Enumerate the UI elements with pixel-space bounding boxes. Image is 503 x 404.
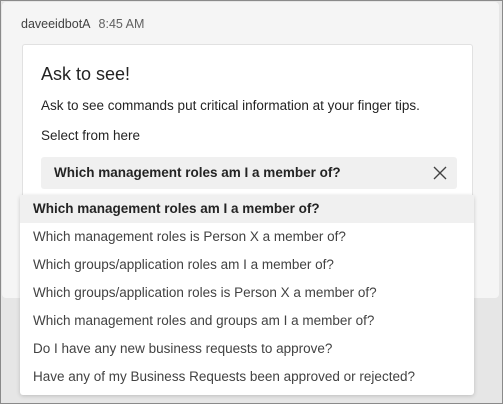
close-icon[interactable] <box>431 164 449 182</box>
card-title: Ask to see! <box>41 64 131 84</box>
message-header: daveeidbotA 8:45 AM <box>21 17 144 31</box>
message-time: 8:45 AM <box>98 17 145 31</box>
dropdown-option[interactable]: Have any of my Business Requests been ap… <box>20 363 474 391</box>
dropdown-option[interactable]: Do I have any new business requests to a… <box>20 335 474 363</box>
sender-name: daveeidbotA <box>21 17 91 31</box>
dropdown-option[interactable]: Which management roles and groups am I a… <box>20 307 474 335</box>
dropdown-option[interactable]: Which groups/application roles am I a me… <box>20 251 474 279</box>
choice-dropdown-list: Which management roles am I a member of?… <box>20 195 474 395</box>
card-description: Ask to see commands put critical informa… <box>41 98 420 113</box>
select-label: Select from here <box>41 128 141 143</box>
dropdown-option[interactable]: Which groups/application roles is Person… <box>20 279 474 307</box>
choice-set-input[interactable]: Which management roles am I a member of? <box>41 157 457 189</box>
selected-choice-text: Which management roles am I a member of? <box>54 165 341 180</box>
dropdown-option[interactable]: Which management roles am I a member of? <box>20 195 474 223</box>
dropdown-option[interactable]: Which management roles is Person X a mem… <box>20 223 474 251</box>
